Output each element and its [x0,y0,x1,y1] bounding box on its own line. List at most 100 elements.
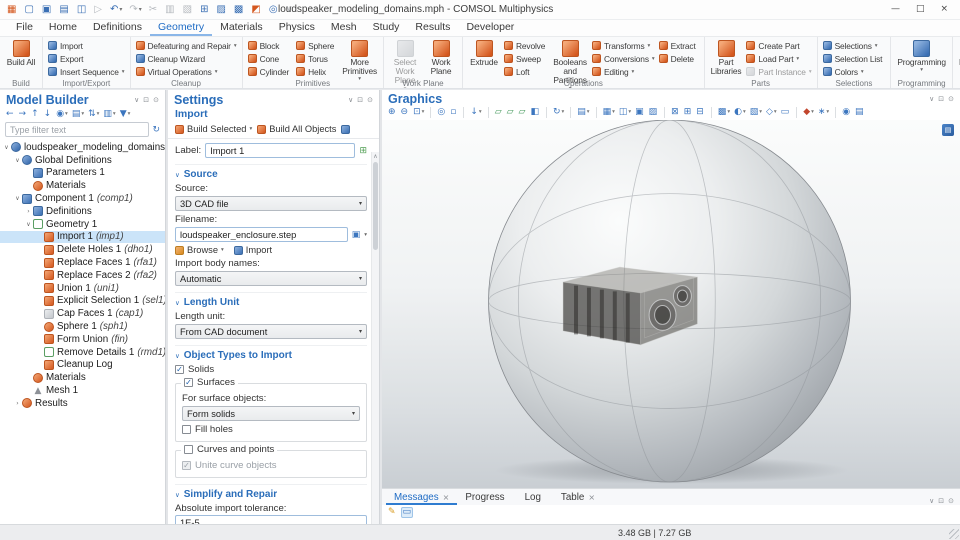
sort-icon[interactable]: ⇅▾ [88,110,99,119]
conversions-button[interactable]: Conversions ▾ [592,52,655,65]
fill-holes-checkbox[interactable]: Fill holes [182,424,360,435]
tab-close-icon[interactable]: × [443,493,450,502]
tree-item-global-definitions[interactable]: ∨ Global Definitions [0,154,165,167]
show-icon[interactable]: ◉▾ [56,110,68,119]
label-action-icon[interactable]: ⊞ [359,146,367,156]
tree-expander[interactable]: ∨ [2,144,11,151]
tab-mesh[interactable]: Mesh [323,20,365,36]
export-button[interactable]: Export [48,52,125,65]
delete-icon[interactable]: ▨ [216,5,226,15]
extract-button[interactable]: Extract [659,39,699,52]
tab-physics[interactable]: Physics [271,20,323,36]
torus-button[interactable]: Torus [296,52,337,65]
work-plane-button[interactable]: Work Plane [424,39,458,77]
block-button[interactable]: Block [248,39,293,52]
import-file-button[interactable]: Import [234,245,272,255]
flip-view-icon[interactable]: ◧ [530,108,540,117]
extrude-button[interactable]: Extrude [467,39,501,68]
settings-icon[interactable]: ∗▾ [818,108,829,117]
source-dropdown[interactable]: 3D CAD file ▾ [175,196,367,211]
panel-pin-icon[interactable]: ⊙ [948,96,954,103]
model-tree-node-text-icon[interactable]: ▤▾ [72,110,84,119]
view-options-icon[interactable]: ▦▾ [603,108,615,117]
revolve-button[interactable]: Revolve [504,39,548,52]
transparency-icon[interactable]: ◐▾ [734,108,746,117]
go-to-default-view-icon[interactable]: ↓▾ [470,108,481,117]
browse-button[interactable]: Browse ▾ [175,245,224,255]
redo-icon[interactable]: ↷▾ [129,5,141,15]
panel-float-icon[interactable]: ⊡ [938,96,944,103]
projection-icon[interactable]: ◫▾ [619,108,631,117]
tree-item-results[interactable]: › Results [0,397,165,410]
print-icon[interactable]: ▤ [855,108,865,117]
delete-button[interactable]: Delete [659,52,699,65]
canvas-overlay-button[interactable]: ▤ [942,124,954,136]
tree-expander[interactable]: ∨ [13,157,22,164]
programming-button[interactable]: Programming ▾ [895,39,948,74]
sweep-button[interactable]: Sweep [504,52,548,65]
tab-progress[interactable]: Progress [457,491,516,505]
comsol-app-icon[interactable]: ▦ [7,5,17,15]
move-down-icon[interactable]: ↓ [44,110,53,119]
loft-button[interactable]: Loft [504,65,548,78]
tree-item-replace-faces-2[interactable]: Replace Faces 2 (rfa2) [0,269,165,282]
panel-menu-icon[interactable]: ∨ [929,498,934,505]
material-color-icon[interactable]: ◇▾ [766,108,777,117]
file-location-icon[interactable]: ▣ [352,230,361,240]
tab-log[interactable]: Log [517,491,553,505]
create-part-button[interactable]: Create Part [746,39,811,52]
tab-home[interactable]: Home [41,20,85,36]
scroll-up-icon[interactable]: ∧ [372,153,379,160]
view-1d-icon[interactable]: ⊟ [696,108,705,117]
graphics-canvas[interactable]: ▤ [382,120,960,488]
reset-hiding-icon[interactable]: ▨ [649,108,659,117]
scene-light-icon[interactable]: ▤▾ [577,108,589,117]
helix-button[interactable]: Helix [296,65,337,78]
view-3d-icon[interactable]: ⊠ [671,108,680,117]
zoom-box-icon[interactable]: ⊡▾ [413,108,424,117]
section-object-types[interactable]: ∨ Object Types to Import [175,345,367,361]
copy-icon[interactable]: ▥ [165,5,175,15]
panel-pin-icon[interactable]: ⊙ [153,97,159,104]
tab-table[interactable]: Table× [553,491,603,505]
tree-item-import-1[interactable]: Import 1 (imp1) [0,231,165,244]
undo-icon[interactable]: ↶▾ [110,5,122,15]
model-manager-icon[interactable]: ▩ [234,5,244,15]
cone-button[interactable]: Cone [248,52,293,65]
panel-menu-icon[interactable]: ∨ [134,97,139,104]
go-to-yz-view-icon[interactable]: ▱ [507,108,515,117]
go-to-xy-view-icon[interactable]: ▱ [495,108,503,117]
run-icon[interactable]: ▷ [94,5,103,15]
tab-messages[interactable]: Messages× [386,491,457,505]
clear-messages-icon[interactable]: ✎ [388,508,396,517]
save-preview-icon[interactable]: ◫ [77,5,87,15]
wireframe-rendering-icon[interactable]: ▧▾ [750,108,762,117]
separator[interactable] [546,107,547,118]
separator[interactable] [463,107,464,118]
import-body-names-dropdown[interactable]: Automatic ▾ [175,271,367,286]
scrollbar-thumb[interactable] [373,162,378,250]
tree-item-form-union[interactable]: Form Union (fin) [0,333,165,346]
rotate-view-icon[interactable]: ↻▾ [553,108,564,117]
part-libraries-button[interactable]: Part Libraries [709,39,744,77]
for-surface-objects-dropdown[interactable]: Form solids ▾ [182,406,360,421]
cut-icon[interactable]: ✂ [149,5,158,15]
panel-pin-icon[interactable]: ⊙ [948,498,954,505]
tree-item-geometry-1[interactable]: ∨ Geometry 1 [0,218,165,231]
separator[interactable] [664,107,665,118]
virtual-operations-button[interactable]: Virtual Operations ▾ [136,65,237,78]
more-primitives-button[interactable]: More Primitives ▾ [340,39,379,83]
snapshot-icon[interactable]: ◉ [842,108,851,117]
tab-results[interactable]: Results [407,20,458,36]
new-file-icon[interactable]: ▢ [24,5,34,15]
minimize-button[interactable]: — [891,5,900,14]
select-and-hide-icon[interactable]: ▣ [635,108,645,117]
panel-menu-icon[interactable]: ∨ [929,96,934,103]
section-length-unit[interactable]: ∨ Length Unit [175,292,367,308]
forward-icon[interactable]: → [19,110,28,119]
build-all-button[interactable]: Build All [4,39,38,68]
label-field-input[interactable] [205,143,355,158]
messages-window-settings-icon[interactable]: ▭ [401,507,414,518]
load-part-button[interactable]: Load Part ▾ [746,52,811,65]
tree-expander[interactable]: ∨ [13,195,22,202]
